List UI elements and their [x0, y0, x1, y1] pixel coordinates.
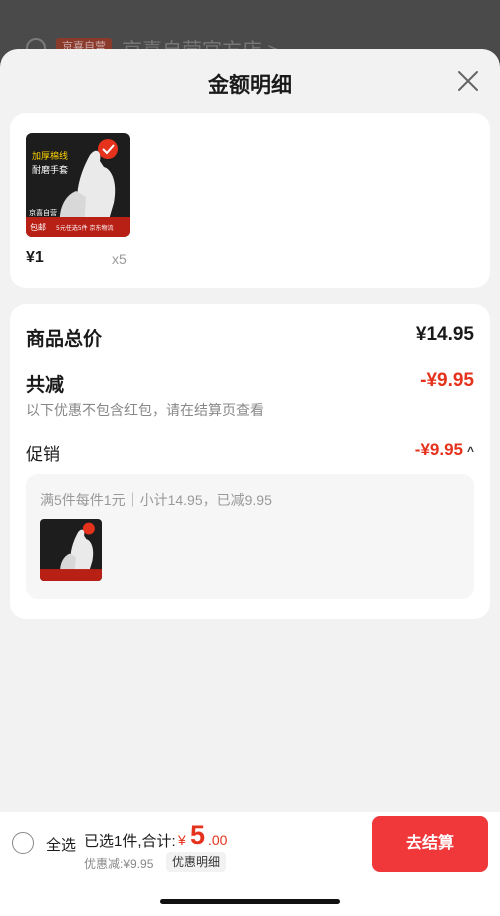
bottom-bar: 全选 已选1件,合计: ¥ 5 .00 优惠减:¥9.95 优惠明细 去结算	[0, 812, 500, 916]
product-card: 加厚棉线 耐磨手套 京喜自营 包邮 5元任选5件 京东物流 ¥1 x5	[10, 113, 490, 288]
total-amount-integer: 5	[190, 820, 206, 850]
discount-amount: 优惠减:¥9.95	[84, 857, 154, 871]
total-label: 商品总价	[26, 329, 103, 350]
reduce-value: -¥9.95	[420, 370, 474, 391]
discount-detail-button[interactable]: 优惠明细	[166, 852, 227, 872]
product-image[interactable]: 加厚棉线 耐磨手套 京喜自营 包邮 5元任选5件 京东物流	[26, 133, 130, 237]
sheet-header: 金额明细	[0, 49, 500, 113]
product-quantity: x5	[112, 251, 127, 267]
total-value: ¥14.95	[415, 324, 474, 345]
promo-value-toggle[interactable]: -¥9.95 ^	[415, 440, 474, 460]
product-image-text-2: 耐磨手套	[32, 164, 68, 176]
home-indicator	[160, 899, 340, 904]
product-image-badge-1: 京喜自营	[29, 208, 57, 217]
reduce-label: 共减	[26, 375, 65, 396]
select-all-label[interactable]: 全选	[46, 834, 76, 855]
promo-label: 促销	[26, 445, 60, 464]
selected-summary: 已选1件,合计:	[84, 833, 176, 850]
product-image-footer: 5元任选5件 京东物流	[56, 224, 114, 232]
total-currency: ¥	[178, 832, 186, 848]
product-image-text-1: 加厚棉线	[32, 150, 68, 162]
product-image-badge-2: 包邮	[30, 222, 46, 232]
product-price: ¥1	[26, 249, 44, 266]
select-all-radio[interactable]	[12, 832, 34, 854]
discount-note: 以下优惠不包含红包，请在结算页查看	[26, 402, 264, 418]
amount-detail-sheet: 金额明细 加厚棉线 耐磨手套 京喜自营 包邮 5元任选5件 京东物流 ¥1 x5…	[0, 49, 500, 916]
promo-detail-box: 满5件每件1元｜小计14.95，已减9.95	[26, 474, 474, 599]
checkout-button[interactable]: 去结算	[372, 816, 488, 872]
total-amount-decimal: .00	[208, 832, 228, 848]
summary-card: 商品总价 ¥14.95 共减 -¥9.95 以下优惠不包含红包，请在结算页查看 …	[10, 304, 490, 619]
promo-value: -¥9.95	[414, 440, 463, 459]
sheet-title: 金额明细	[208, 74, 292, 97]
promo-product-image[interactable]	[40, 519, 102, 581]
promo-description: 满5件每件1元｜小计14.95，已减9.95	[40, 492, 272, 508]
chevron-up-icon: ^	[466, 444, 474, 458]
close-icon[interactable]	[456, 69, 480, 93]
